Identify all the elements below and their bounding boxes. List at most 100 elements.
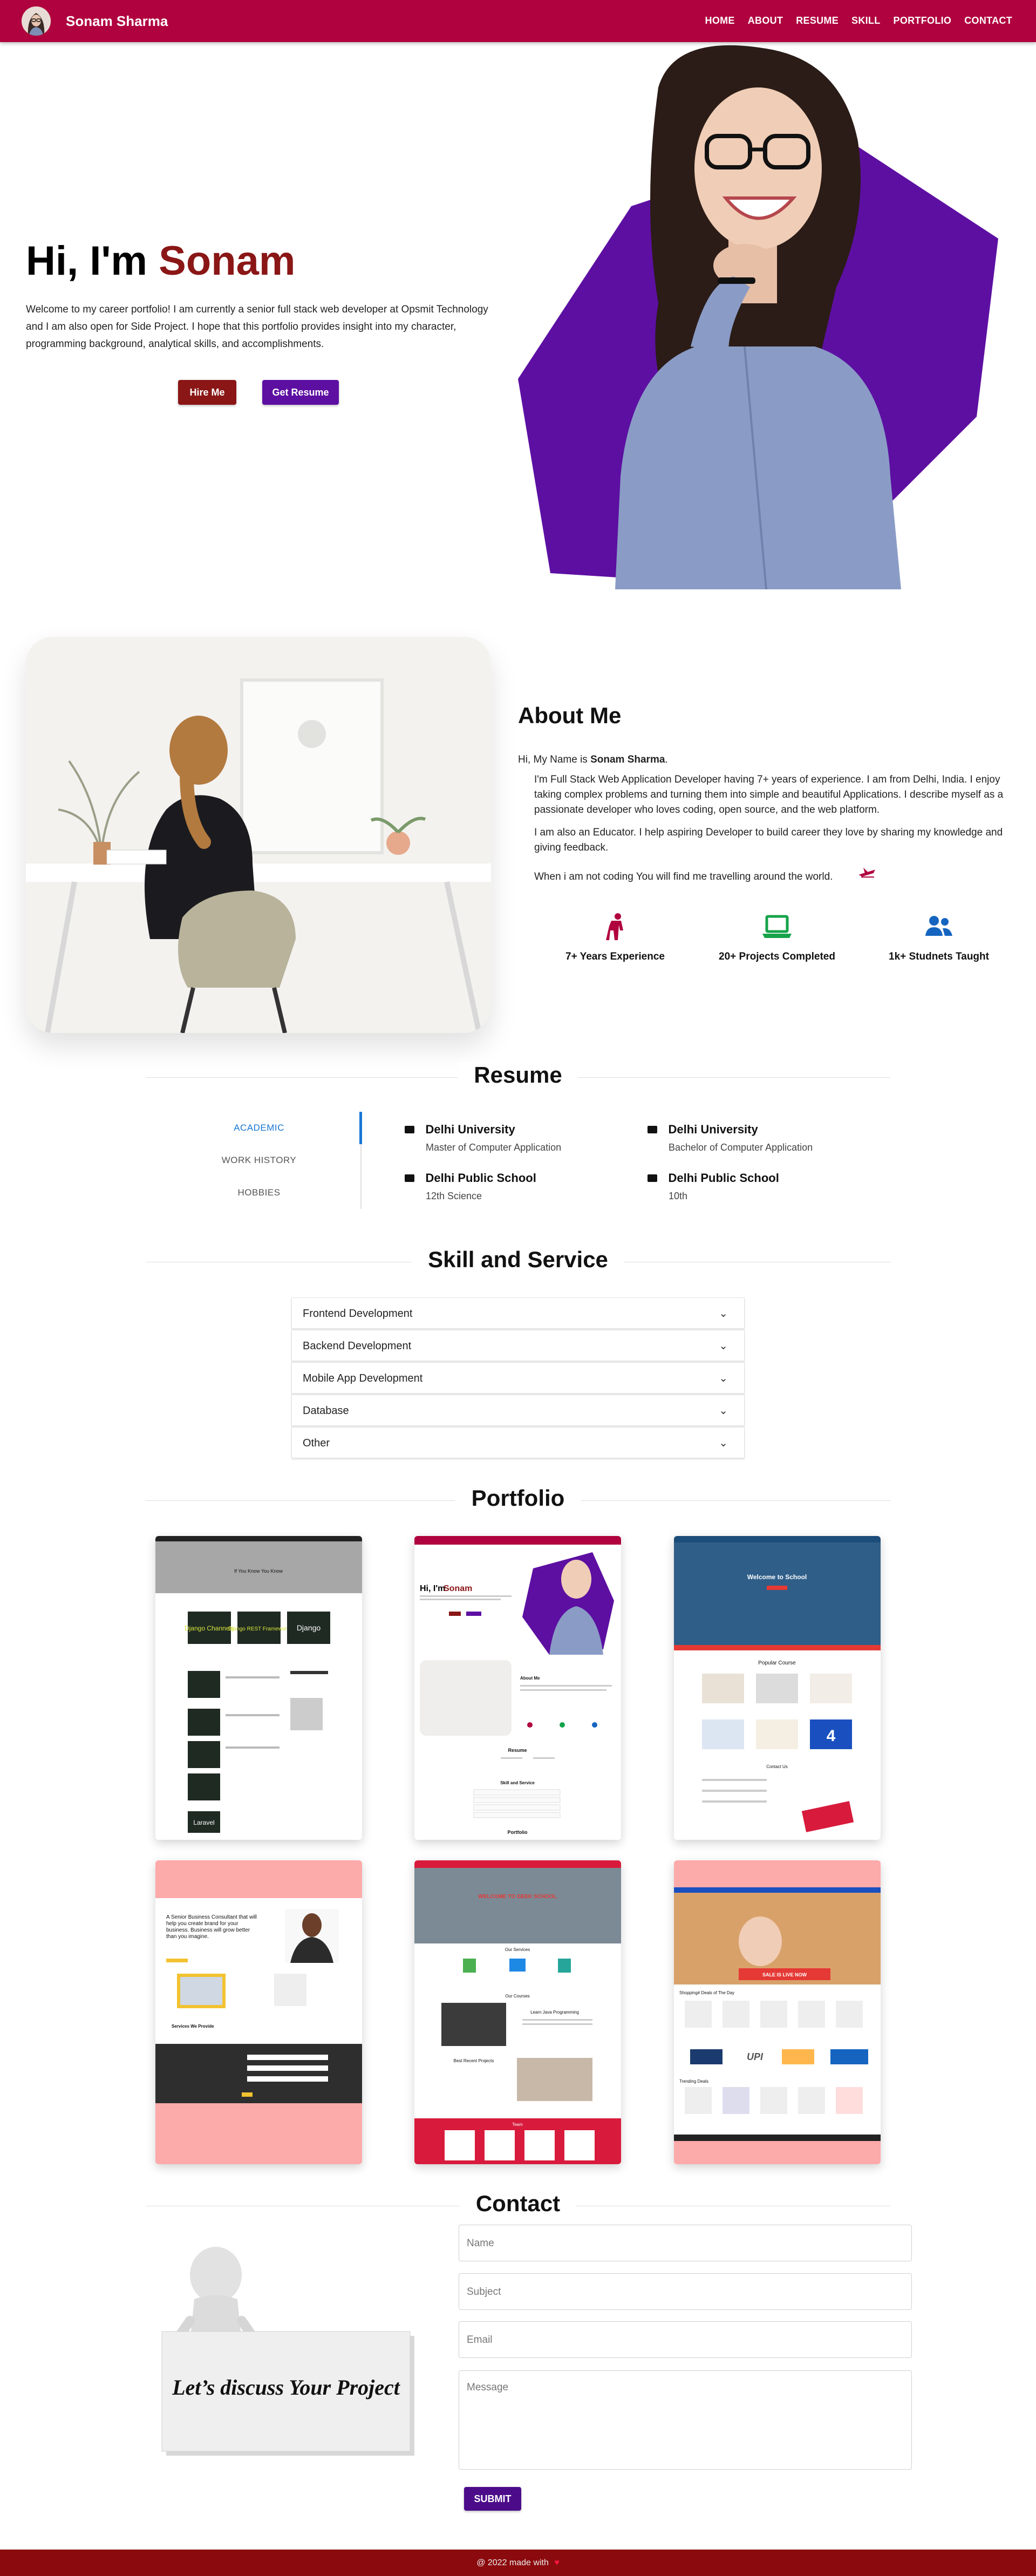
resume-title: Resume <box>458 1062 578 1088</box>
chevron-down-icon[interactable]: ⌄ <box>719 1330 728 1362</box>
accordion-mobile[interactable]: Mobile App Development ⌄ <box>291 1362 745 1394</box>
resume-item: Delhi University Master of Computer Appl… <box>405 1123 561 1153</box>
heart-icon: ♥ <box>554 2558 560 2567</box>
message-field[interactable]: Message <box>459 2370 912 2470</box>
thumb1-tile: Django REST Framework <box>228 1626 290 1632</box>
accordion-other[interactable]: Other ⌄ <box>291 1427 745 1458</box>
thumb6-shop: Shopping# Deals of The Day <box>679 1990 734 1995</box>
resume-item: Delhi Public School 10th <box>648 1171 779 1202</box>
stat-projects: 20+ Projects Completed <box>707 912 847 963</box>
resume-item-sub: 10th <box>669 1191 688 1201</box>
hero-name: Sonam <box>159 238 296 284</box>
chevron-down-icon[interactable]: ⌄ <box>719 1363 728 1394</box>
book-icon <box>648 1126 657 1133</box>
resume-item-title: Delhi Public School <box>425 1171 536 1185</box>
subject-field[interactable]: Subject <box>459 2273 912 2310</box>
hire-me-button[interactable]: Hire Me <box>178 380 236 405</box>
thumb2-name: Sonam <box>444 1584 472 1593</box>
stat-experience: 7+ Years Experience <box>550 912 680 963</box>
thumb5-recent: Best Recent Projects <box>454 2058 494 2063</box>
portfolio-card-django[interactable]: If You Know You Know Django Channels Dja… <box>155 1536 362 1840</box>
resume-item-sub: Master of Computer Application <box>426 1142 562 1153</box>
thumb2-about: About Me <box>520 1676 540 1681</box>
resume-item-sub: Bachelor of Computer Application <box>669 1142 813 1153</box>
thumb5-services: Our Services <box>505 1947 530 1952</box>
thumb1-tile: Django Channels <box>185 1625 234 1632</box>
thumb5-welcome: WELCOME TO GEEK SCHOOL <box>478 1894 556 1900</box>
group-icon <box>869 912 1009 943</box>
portfolio-card-personal[interactable]: Hi, I'm Sonam About Me Resume Skill and … <box>414 1536 621 1840</box>
accordion-label: Backend Development <box>303 1340 412 1352</box>
portfolio-title: Portfolio <box>455 1485 581 1511</box>
portfolio-card-school[interactable]: Welcome to School Popular Course 4 Conta… <box>674 1536 881 1840</box>
stat-students: 1k+ Studnets Taught <box>869 912 1009 963</box>
thumb1-tile: Django <box>297 1623 321 1632</box>
thumb2-resume: Resume <box>508 1748 527 1753</box>
thumb6-trending: Trending Deals <box>679 2079 708 2084</box>
about-photo <box>26 637 491 1033</box>
person-icon <box>550 912 680 943</box>
laptop-icon <box>707 912 847 943</box>
thumb5-courses: Our Courses <box>505 1994 529 1999</box>
about-intro-name: Sonam Sharma <box>590 754 665 765</box>
airplane-icon <box>858 866 875 882</box>
footer-text: @ 2022 made with <box>476 2558 549 2567</box>
skills-title: Skill and Service <box>412 1247 624 1273</box>
tab-work-history[interactable]: WORK HISTORY <box>189 1155 329 1166</box>
portfolio-card-consultant[interactable]: A Senior Business Consultant that will h… <box>155 1860 362 2164</box>
resume-item: Delhi University Bachelor of Computer Ap… <box>648 1123 813 1153</box>
brand-avatar[interactable] <box>22 6 51 36</box>
stat-projects-label: 20+ Projects Completed <box>719 951 835 962</box>
footer: @ 2022 made with ♥ <box>0 2550 1036 2576</box>
name-field[interactable]: Name <box>459 2225 912 2261</box>
chevron-down-icon[interactable]: ⌄ <box>719 1395 728 1426</box>
brand-name[interactable]: Sonam Sharma <box>66 13 168 30</box>
resume-item-title: Delhi University <box>425 1123 515 1136</box>
portfolio-card-shop[interactable]: SALE IS LIVE NOW Shopping# Deals of The … <box>674 1860 881 2164</box>
about-paragraph-3: When i am not coding You will find me tr… <box>534 871 833 882</box>
hero-title: Hi, I'm Sonam <box>26 237 296 284</box>
accordion-backend[interactable]: Backend Development ⌄ <box>291 1330 745 1361</box>
thumb1-heading: If You Know You Know <box>234 1568 283 1574</box>
thumb3-popular: Popular Course <box>758 1660 796 1666</box>
submit-button[interactable]: SUBMIT <box>464 2487 521 2511</box>
email-field[interactable]: Email <box>459 2321 912 2358</box>
hero-portrait <box>513 44 1009 590</box>
contact-illustration: Let’s discuss Your Project <box>156 2240 426 2456</box>
nav-link-contact[interactable]: CONTACT <box>964 15 1012 26</box>
nav-link-resume[interactable]: RESUME <box>796 15 839 26</box>
get-resume-button[interactable]: Get Resume <box>262 380 339 405</box>
tab-academic[interactable]: ACADEMIC <box>189 1123 329 1133</box>
nav-link-home[interactable]: HOME <box>705 15 735 26</box>
hero-description: Welcome to my career portfolio! I am cur… <box>26 304 488 350</box>
thumb5-learn: Learn Java Programming <box>530 2010 579 2015</box>
nav-link-about[interactable]: ABOUT <box>748 15 783 26</box>
about-intro-prefix: Hi, My Name is <box>518 754 588 765</box>
thumb2-skills: Skill and Service <box>500 1780 535 1785</box>
accordion-label: Other <box>303 1437 330 1449</box>
accordion-database[interactable]: Database ⌄ <box>291 1395 745 1426</box>
stat-experience-label: 7+ Years Experience <box>565 951 665 962</box>
about-intro: Hi, My Name is Sonam Sharma. <box>518 754 668 766</box>
chevron-down-icon[interactable]: ⌄ <box>719 1428 728 1459</box>
top-navbar: Sonam Sharma HOME ABOUT RESUME SKILL POR… <box>0 0 1036 42</box>
resume-item-title: Delhi Public School <box>668 1171 779 1185</box>
thumb4-services: Services We Provide <box>172 2024 214 2029</box>
contact-title: Contact <box>459 2191 577 2217</box>
portfolio-card-geek-school[interactable]: WELCOME TO GEEK SCHOOL Our Services Our … <box>414 1860 621 2164</box>
nav-link-portfolio[interactable]: PORTFOLIO <box>894 15 952 26</box>
nav-link-skill[interactable]: SKILL <box>851 15 881 26</box>
tab-hobbies[interactable]: HOBBIES <box>189 1187 329 1198</box>
thumb3-contact: Contact Us <box>766 1764 788 1769</box>
thumb3-number: 4 <box>827 1727 836 1745</box>
thumb6-promo: SALE IS LIVE NOW <box>762 1972 807 1977</box>
about-intro-suffix: . <box>665 754 668 765</box>
thumb2-greeting: Hi, I'm <box>420 1584 445 1593</box>
contact-card-text: Let’s discuss Your Project <box>172 2375 400 2400</box>
hero-greeting: Hi, I'm <box>26 238 147 284</box>
about-paragraph-1: I'm Full Stack Web Application Developer… <box>534 774 1004 815</box>
accordion-label: Mobile App Development <box>303 1372 423 1384</box>
about-title: About Me <box>518 703 622 728</box>
accordion-frontend[interactable]: Frontend Development ⌄ <box>291 1297 745 1329</box>
chevron-down-icon[interactable]: ⌄ <box>719 1298 728 1329</box>
